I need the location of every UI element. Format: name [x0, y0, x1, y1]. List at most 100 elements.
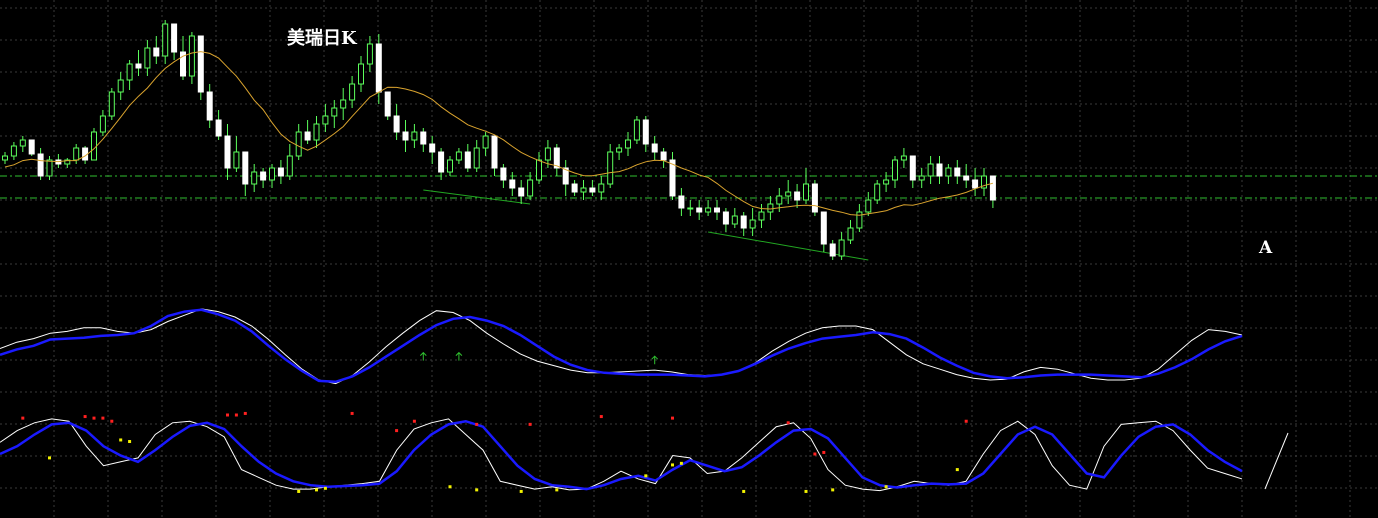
candle-up	[776, 195, 783, 205]
candle-up	[117, 79, 124, 93]
candle-down	[135, 63, 142, 69]
signal-dot-bottom	[128, 440, 132, 444]
candle-down	[375, 43, 382, 93]
candle-down	[571, 183, 578, 193]
candle-up	[99, 115, 106, 133]
candle-down	[972, 179, 979, 189]
candle-down	[696, 207, 703, 213]
signal-dot-top	[599, 415, 603, 419]
candle-up	[580, 187, 587, 193]
candle-up	[687, 207, 694, 210]
candle-up	[874, 183, 881, 201]
signal-dot-bottom	[831, 488, 835, 492]
candle-up	[767, 203, 774, 213]
candle-up	[313, 123, 320, 141]
candle-up	[233, 151, 240, 169]
candle-down	[909, 155, 916, 181]
candle-up	[162, 23, 169, 57]
candle-down	[500, 167, 507, 181]
candle-up	[188, 35, 195, 77]
signal-dot-bottom	[323, 486, 327, 490]
candle-down	[384, 91, 391, 117]
signal-dot-bottom	[671, 463, 674, 467]
candle-up	[927, 163, 934, 177]
signal-dot-top	[21, 416, 25, 420]
signal-dot-top	[110, 419, 114, 423]
signal-dot-top	[671, 416, 674, 420]
signal-dot-top	[395, 429, 399, 433]
candle-up	[251, 171, 258, 185]
candle-down	[794, 191, 801, 201]
signal-dot-top	[243, 411, 247, 415]
candle-up	[455, 151, 462, 161]
candle-up	[625, 139, 631, 149]
candle-down	[402, 131, 409, 141]
signal-dot-top	[350, 411, 354, 415]
candle-down	[740, 215, 747, 229]
candle-up	[2, 155, 8, 161]
chart-title: 美瑞日K	[287, 27, 358, 49]
candle-down	[438, 151, 445, 173]
signal-dot-bottom	[555, 488, 559, 492]
candle-up	[598, 183, 605, 193]
candle-up	[785, 191, 792, 197]
candle-up	[46, 159, 53, 177]
candle-up	[366, 43, 373, 65]
signal-dot-bottom	[315, 488, 318, 492]
candle-down	[260, 171, 267, 181]
candle-up	[73, 147, 80, 161]
candle-up	[883, 179, 890, 185]
signal-dot-bottom	[679, 461, 683, 465]
signal-dot-bottom	[48, 456, 51, 460]
signal-dot-bottom	[475, 488, 479, 492]
candle-up	[803, 183, 809, 201]
signal-dot-top	[412, 419, 416, 423]
candle-up	[892, 159, 898, 181]
candle-down	[304, 131, 311, 141]
signal-dot-top	[226, 413, 229, 417]
candle-down	[277, 167, 284, 177]
candle-up	[758, 211, 765, 221]
candle-up	[536, 159, 542, 181]
signal-dot-bottom	[297, 489, 301, 493]
signal-dot-top	[92, 416, 96, 420]
candle-down	[215, 119, 222, 137]
signal-dot-top	[822, 450, 826, 454]
signal-dot-top	[234, 413, 238, 417]
candle-up	[918, 175, 925, 181]
signal-dot-bottom	[644, 474, 648, 478]
candle-up	[144, 47, 151, 69]
candle-up	[482, 135, 489, 149]
candle-up	[358, 63, 364, 85]
candle-down	[242, 151, 249, 185]
candle-up	[108, 91, 115, 117]
candle-up	[527, 179, 534, 197]
candle-down	[660, 151, 667, 161]
candle-up	[731, 215, 738, 225]
candle-down	[420, 131, 427, 145]
candle-down	[197, 35, 204, 93]
candle-up	[900, 155, 907, 161]
candle-down	[989, 175, 996, 201]
candle-up	[705, 207, 712, 213]
candle-down	[153, 47, 160, 57]
signal-dot-top	[101, 416, 105, 420]
chart-background	[0, 0, 1378, 518]
candle-up	[856, 211, 863, 229]
candle-up	[945, 167, 952, 177]
price-mark-label: A	[1258, 238, 1273, 258]
signal-dot-bottom	[448, 485, 452, 489]
candle-up	[322, 115, 329, 125]
signal-dot-bottom	[742, 489, 746, 493]
signal-dot-bottom	[119, 438, 123, 442]
candle-up	[349, 83, 356, 101]
candle-up	[838, 239, 845, 257]
candle-up	[847, 227, 854, 241]
candle-down	[509, 179, 516, 189]
candle-down	[518, 187, 525, 197]
candle-up	[544, 147, 551, 161]
candle-up	[616, 147, 623, 153]
candle-up	[865, 199, 872, 213]
candle-down	[171, 23, 178, 53]
candle-up	[10, 145, 17, 157]
